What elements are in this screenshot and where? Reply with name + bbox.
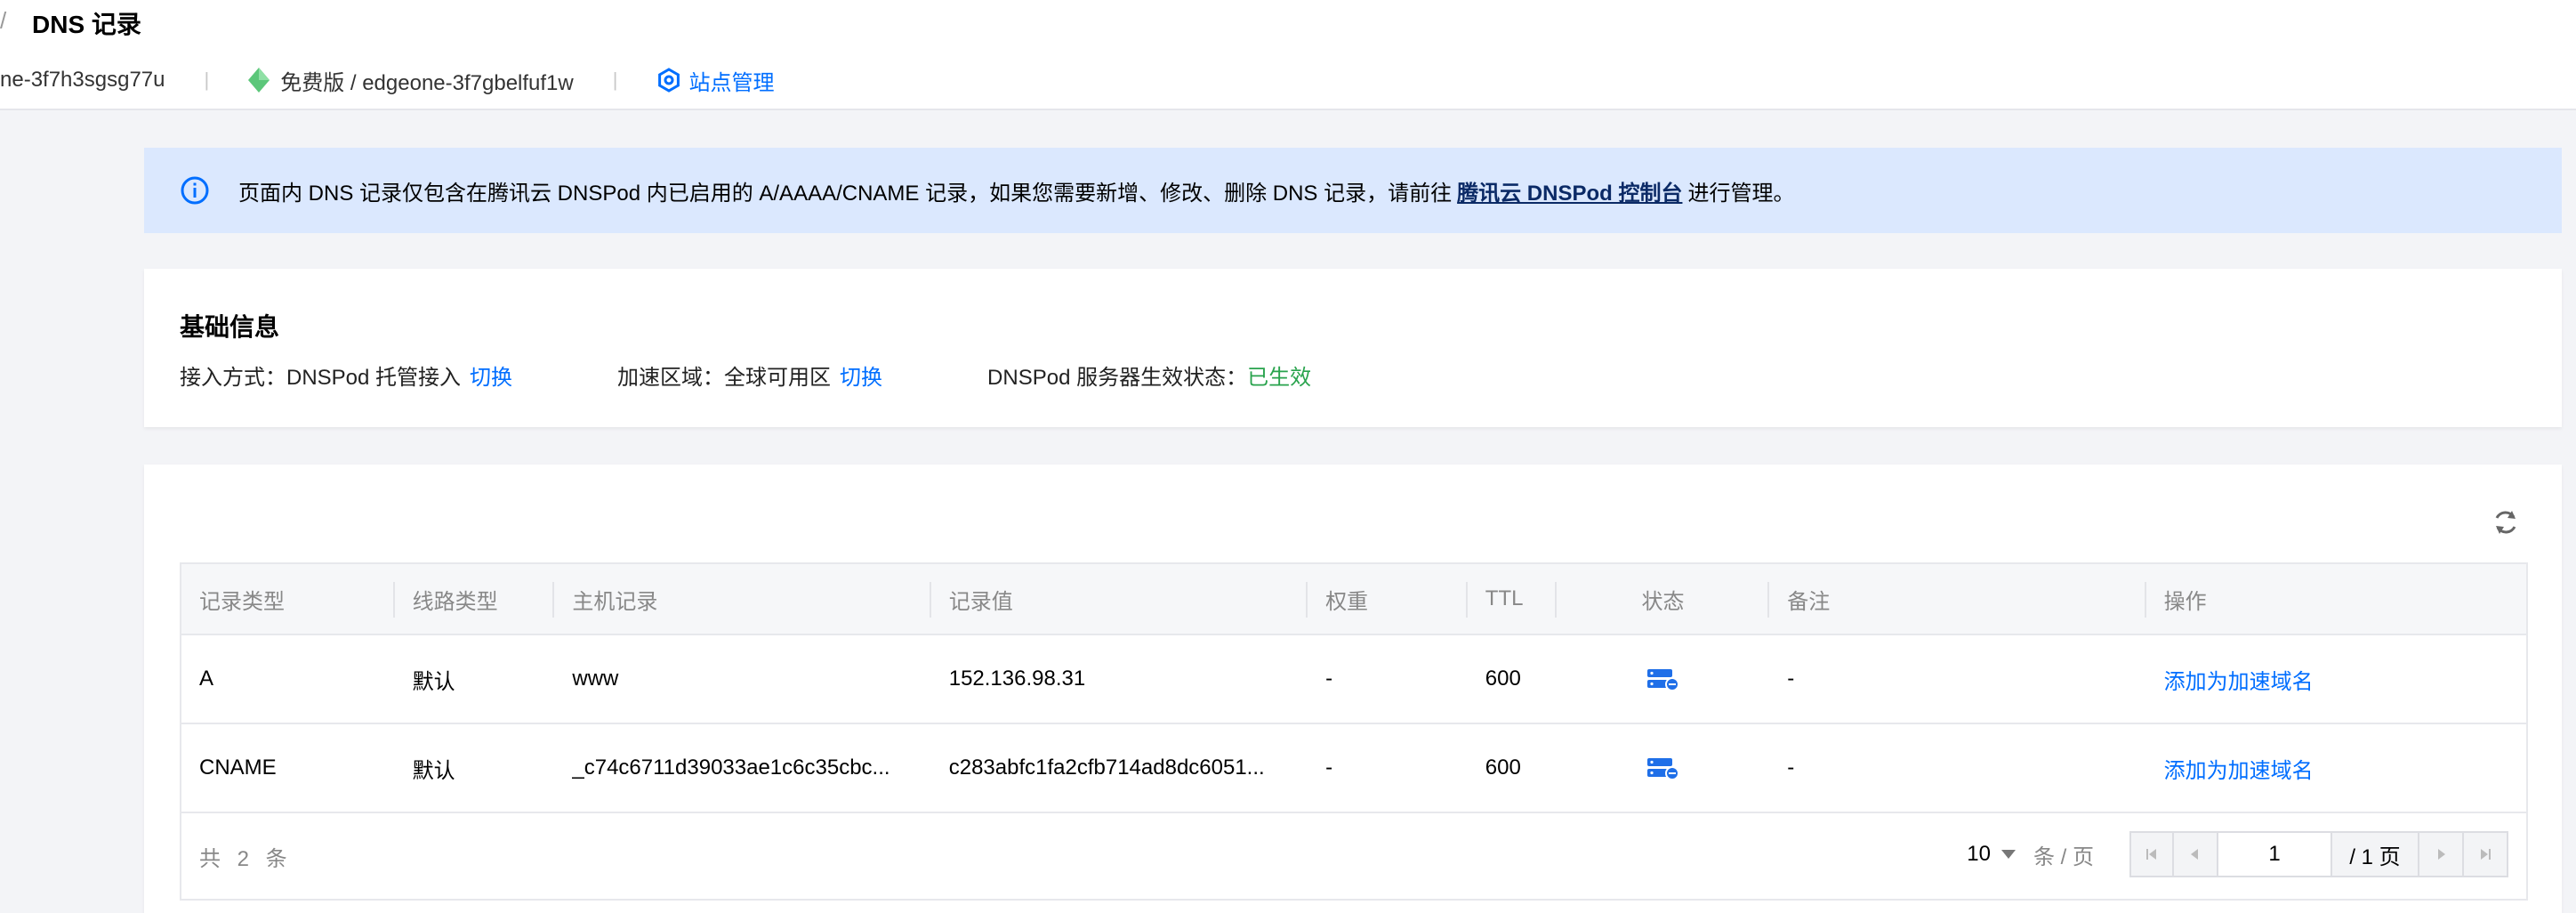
status-value: 已生效 — [1247, 366, 1312, 390]
settings-icon — [658, 68, 680, 93]
line-type: 默认 — [412, 758, 455, 783]
remark: - — [1787, 667, 1795, 691]
basic-info-items: 接入方式：DNSPod 托管接入 切换 加速区域：全球可用区 切换 DNSPod 服… — [180, 360, 1416, 391]
plan-diamond-icon — [248, 68, 270, 93]
chevron-left-icon — [2191, 849, 2198, 860]
header-host: 主机记录 — [554, 564, 931, 634]
server-status-icon[interactable] — [1646, 667, 1680, 691]
header-action: 操作 — [2163, 589, 2207, 614]
table-header: 记录类型 线路类型 主机记录 记录值 权重 TTL 状态 备注 操作 — [181, 564, 2526, 635]
basic-info-title: 基础信息 — [180, 313, 280, 341]
chevron-right-icon — [2438, 849, 2445, 860]
region-switch-link[interactable]: 切换 — [840, 366, 882, 390]
refresh-icon[interactable] — [2491, 507, 2521, 537]
host-record: www — [572, 667, 619, 691]
last-page-button[interactable] — [2464, 831, 2508, 877]
record-value: 152.136.98.31 — [948, 667, 1086, 691]
table-row: CNAME 默认 _c74c6711d39033ae1c6c35cbc... c… — [181, 724, 2526, 813]
add-accel-domain-link[interactable]: 添加为加速域名 — [2146, 635, 2526, 723]
site-info-bar: ne-3f7h3sgsg77u | 免费版 / edgeone-3f7gbelf… — [0, 64, 774, 96]
accel-region-label: 加速区域：全球可用区 — [617, 366, 832, 390]
record-type: A — [199, 667, 214, 691]
dnspod-status: DNSPod 服务器生效状态：已生效 — [987, 360, 1311, 391]
page-count: / 1 页 — [2332, 831, 2419, 877]
next-page-button[interactable] — [2419, 831, 2464, 877]
notice-text-end: 进行管理。 — [1687, 181, 1795, 206]
access-mode: 接入方式：DNSPod 托管接入 切换 — [180, 360, 512, 391]
basic-info-card: 基础信息 接入方式：DNSPod 托管接入 切换 加速区域：全球可用区 切换 DNS… — [144, 269, 2562, 427]
header-line-type: 线路类型 — [395, 564, 555, 634]
weight: - — [1325, 667, 1333, 691]
record-type: CNAME — [199, 755, 277, 780]
table-row: A 默认 www 152.136.98.31 - 600 - 添加为加速域名 — [181, 635, 2526, 724]
access-mode-label: 接入方式：DNSPod 托管接入 — [180, 366, 462, 390]
info-icon — [181, 176, 209, 205]
weight: - — [1325, 755, 1333, 780]
chevron-down-icon — [2000, 850, 2016, 859]
ttl: 600 — [1485, 755, 1521, 780]
accel-region: 加速区域：全球可用区 切换 — [617, 360, 882, 391]
add-accel-domain-link[interactable]: 添加为加速域名 — [2146, 724, 2526, 812]
top-bar: / DNS 记录 ne-3f7h3sgsg77u | 免费版 / edgeone… — [0, 0, 2576, 110]
record-value: c283abfc1fa2cfb714ad8dc6051... — [948, 755, 1265, 780]
table-footer: 共 2 条 10 条 / 页 1 / 1 页 — [181, 813, 2526, 899]
server-status-icon[interactable] — [1646, 755, 1680, 780]
page-size-value: 10 — [1967, 842, 1991, 866]
plan-label: 免费版 / edgeone-3f7gbelfuf1w — [280, 70, 574, 95]
header-status: 状态 — [1557, 564, 1770, 634]
dns-records-table: 记录类型 线路类型 主机记录 记录值 权重 TTL 状态 备注 操作 A 默认 … — [180, 562, 2528, 901]
access-switch-link[interactable]: 切换 — [470, 366, 512, 390]
page-size-unit: 条 / 页 — [2033, 844, 2094, 869]
divider: | — [612, 69, 618, 91]
dnspod-console-link[interactable]: 腾讯云 DNSPod 控制台 — [1457, 175, 1682, 206]
last-page-icon — [2481, 849, 2491, 860]
page-size-select[interactable]: 10 — [1967, 842, 2016, 867]
header-weight: 权重 — [1308, 564, 1468, 634]
status-cell — [1557, 724, 1770, 812]
page-title: DNS 记录 — [32, 11, 141, 38]
remark: - — [1787, 755, 1795, 780]
total-count: 共 2 条 — [199, 846, 293, 871]
dns-records-card: 记录类型 线路类型 主机记录 记录值 权重 TTL 状态 备注 操作 A 默认 … — [144, 465, 2562, 913]
status-cell — [1557, 635, 1770, 723]
dnspod-status-label: DNSPod 服务器生效状态： — [987, 366, 1248, 390]
page-input[interactable]: 1 — [2218, 831, 2332, 877]
ttl: 600 — [1485, 667, 1521, 691]
plan-info[interactable]: 免费版 / edgeone-3f7gbelfuf1w — [248, 65, 574, 96]
header-ttl: TTL — [1468, 564, 1557, 634]
breadcrumb-separator: / — [0, 7, 7, 34]
site-manage-link[interactable]: 站点管理 — [656, 65, 774, 96]
prev-page-button[interactable] — [2174, 831, 2218, 877]
notice-text: 页面内 DNS 记录仅包含在腾讯云 DNSPod 内已启用的 A/AAAA/CN… — [238, 181, 1453, 206]
header-value: 记录值 — [931, 564, 1308, 634]
host-record: _c74c6711d39033ae1c6c35cbc... — [572, 755, 890, 780]
info-notice: 页面内 DNS 记录仅包含在腾讯云 DNSPod 内已启用的 A/AAAA/CN… — [144, 148, 2562, 233]
first-page-icon — [2146, 849, 2156, 860]
line-type: 默认 — [412, 669, 455, 694]
first-page-button[interactable] — [2129, 831, 2174, 877]
header-record-type: 记录类型 — [181, 564, 395, 634]
header-remark: 备注 — [1769, 564, 2146, 634]
site-id: ne-3f7h3sgsg77u — [0, 68, 165, 92]
divider: | — [204, 69, 210, 91]
pagination: 10 条 / 页 1 / 1 页 — [1967, 829, 2508, 879]
site-manage-label: 站点管理 — [688, 70, 775, 95]
